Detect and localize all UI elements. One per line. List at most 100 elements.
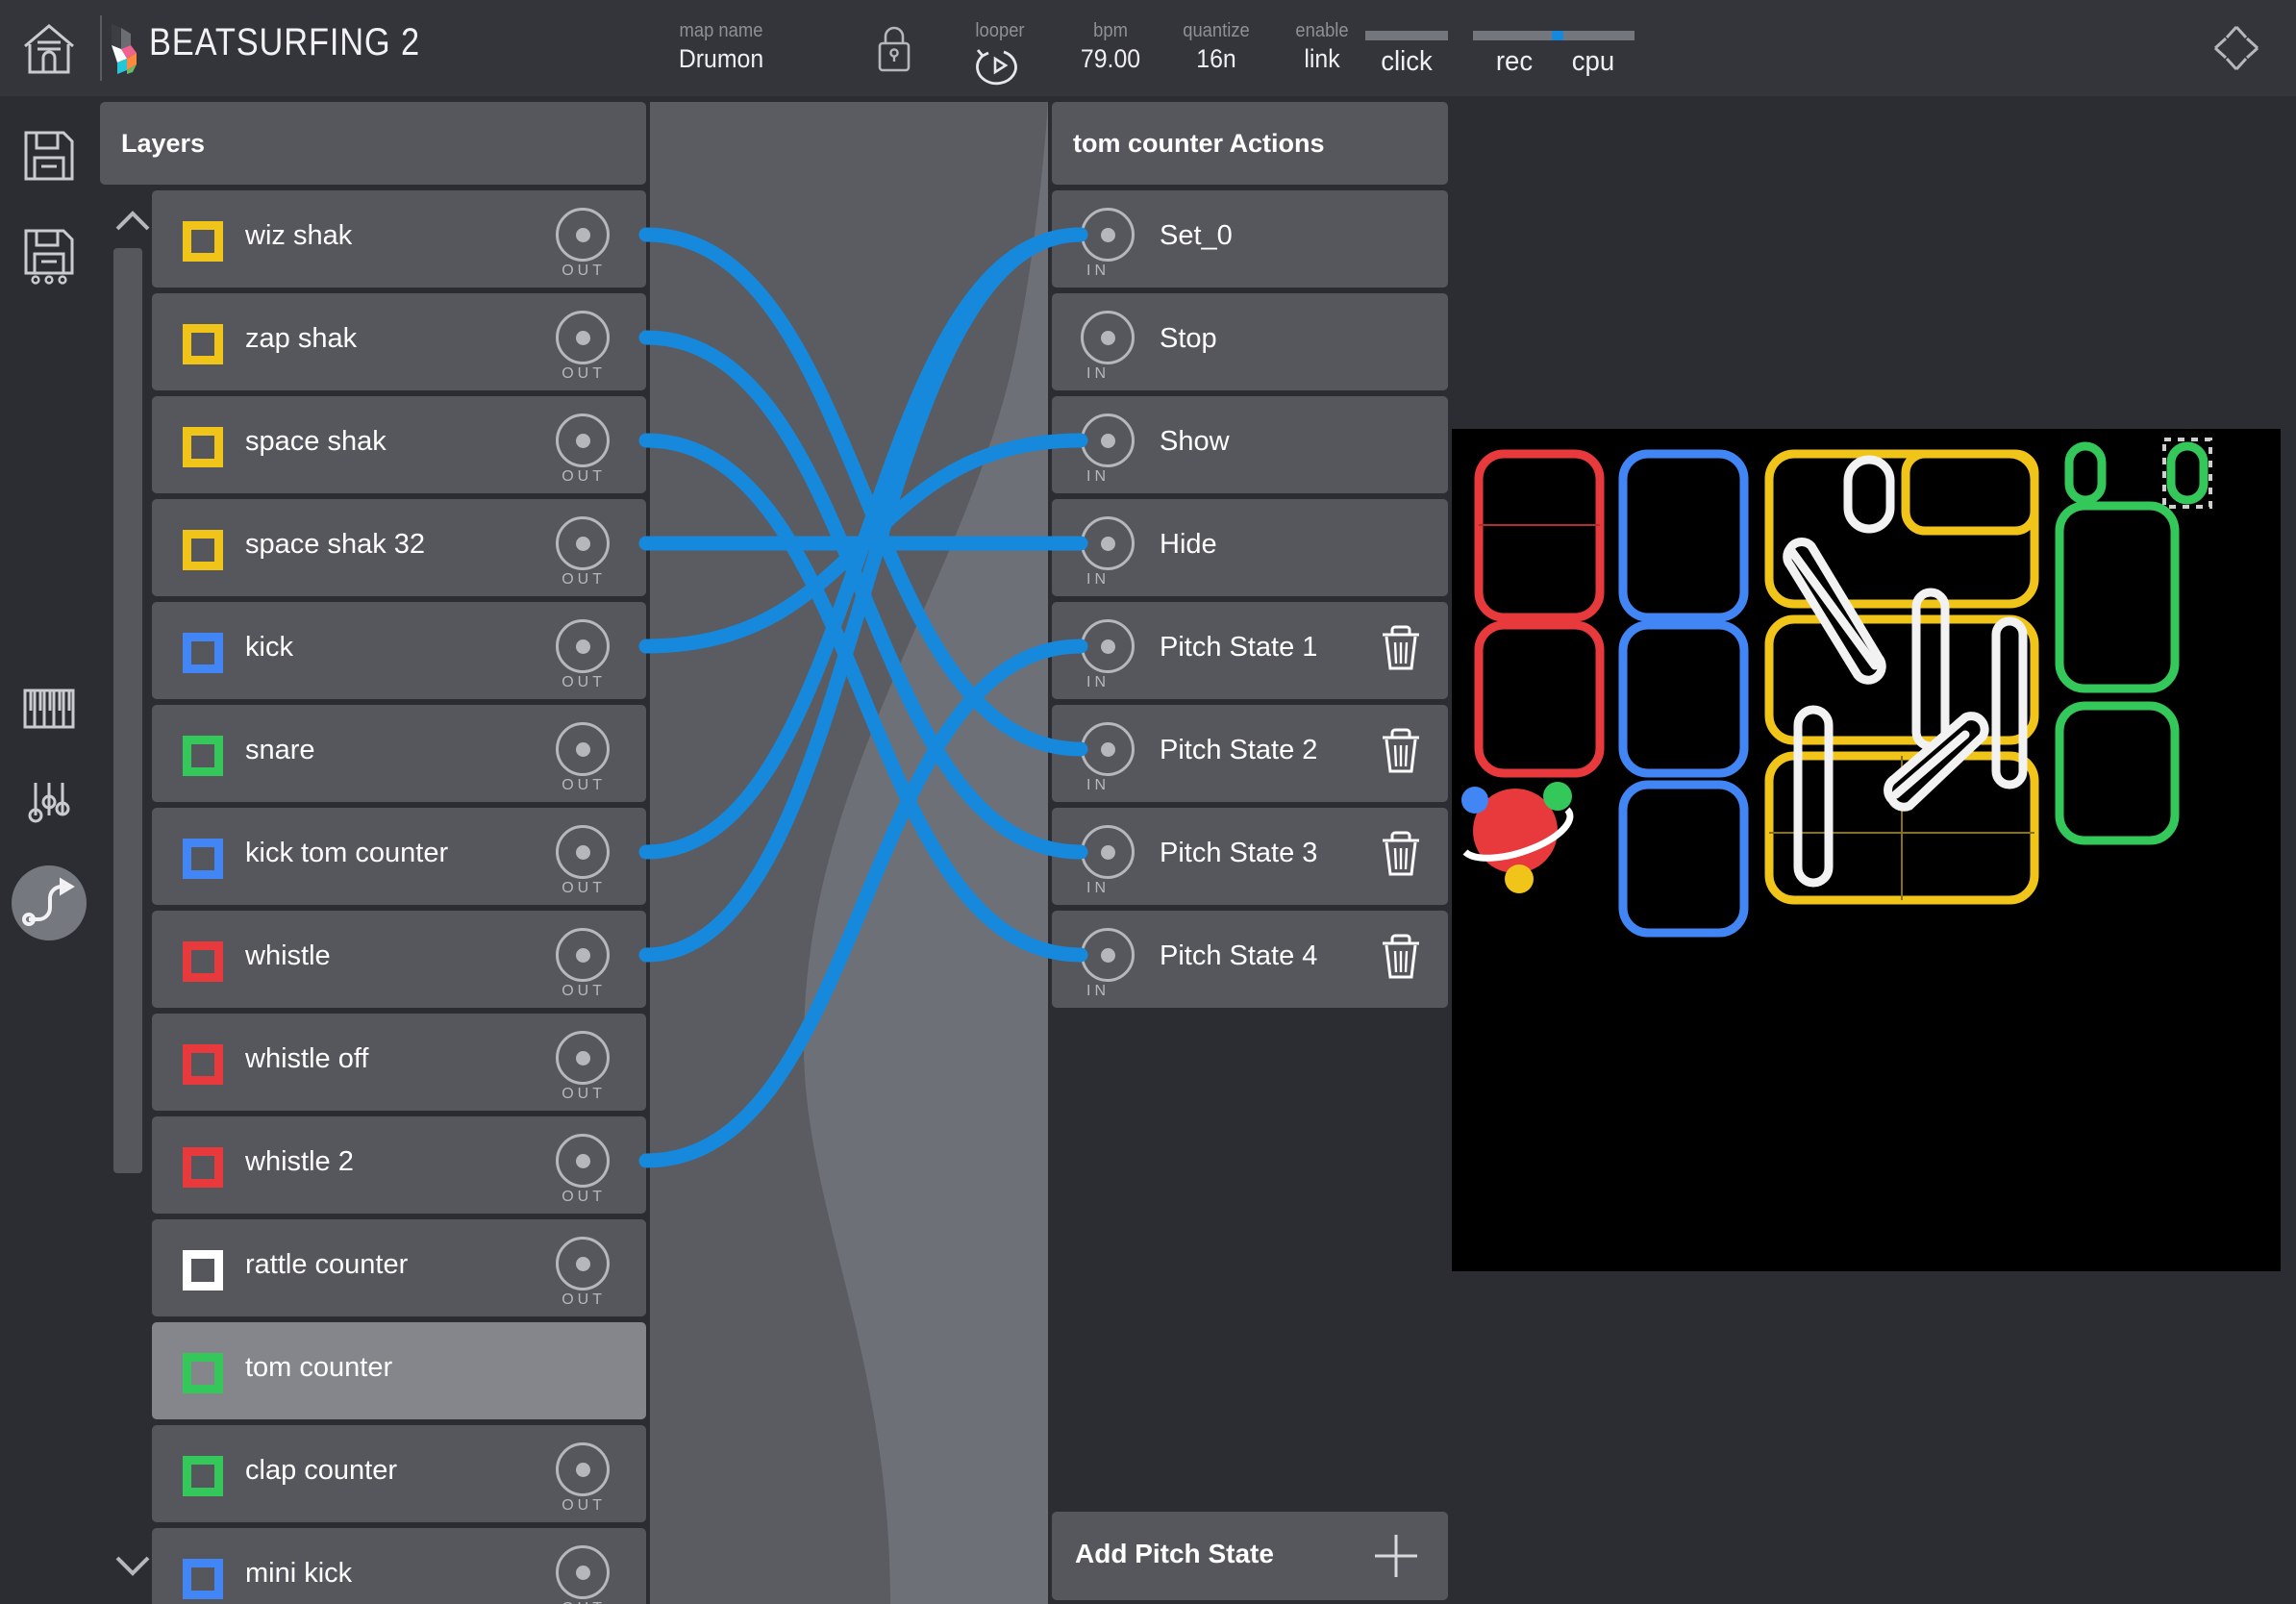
layer-row[interactable]: clap counter OUT xyxy=(152,1425,646,1522)
quantize-label: quantize xyxy=(1183,20,1250,41)
bpm-field[interactable]: bpm 79.00 xyxy=(1058,19,1163,74)
layer-row[interactable]: whistle 2 OUT xyxy=(152,1116,646,1214)
layer-color-swatch[interactable] xyxy=(183,427,223,467)
action-row[interactable]: IN Pitch State 3 xyxy=(1052,808,1448,905)
looper-field[interactable]: looper xyxy=(947,19,1053,43)
layer-color-swatch[interactable] xyxy=(183,1456,223,1496)
add-pitch-state-button[interactable]: Add Pitch State xyxy=(1052,1512,1448,1600)
trash-icon[interactable] xyxy=(1379,623,1423,671)
layer-out-port[interactable] xyxy=(556,311,610,364)
mixer-icon[interactable] xyxy=(21,777,77,833)
action-row[interactable]: IN Show xyxy=(1052,396,1448,493)
scroll-up-chevron-icon[interactable] xyxy=(108,198,158,248)
looper-play-icon[interactable] xyxy=(975,46,1025,87)
layer-row[interactable]: rattle counter OUT xyxy=(152,1219,646,1316)
layer-out-port[interactable] xyxy=(556,1134,610,1188)
port-dot xyxy=(1101,639,1115,654)
layer-color-swatch[interactable] xyxy=(183,1250,223,1291)
action-row[interactable]: IN Hide xyxy=(1052,499,1448,596)
layer-row[interactable]: snare OUT xyxy=(152,705,646,802)
layer-color-swatch[interactable] xyxy=(183,633,223,673)
action-in-port[interactable] xyxy=(1081,311,1135,364)
rec-button[interactable]: rec xyxy=(1475,46,1554,78)
layer-row[interactable]: kick tom counter OUT xyxy=(152,808,646,905)
pad-grid[interactable] xyxy=(1452,429,2281,1271)
trash-icon[interactable] xyxy=(1379,726,1423,774)
layer-row[interactable]: whistle OUT xyxy=(152,911,646,1008)
layer-color-swatch[interactable] xyxy=(183,530,223,570)
layer-color-swatch[interactable] xyxy=(183,1353,223,1393)
layer-out-port[interactable] xyxy=(556,1031,610,1085)
layer-color-swatch[interactable] xyxy=(183,324,223,364)
action-in-port[interactable] xyxy=(1081,928,1135,982)
action-in-port[interactable] xyxy=(1081,516,1135,570)
action-row[interactable]: IN Pitch State 2 xyxy=(1052,705,1448,802)
click-button[interactable]: click xyxy=(1367,46,1446,78)
layer-row[interactable]: kick OUT xyxy=(152,602,646,699)
layer-out-port[interactable] xyxy=(556,516,610,570)
port-dot xyxy=(576,948,590,963)
grid-preview[interactable] xyxy=(1452,429,2281,1271)
layer-out-port[interactable] xyxy=(556,619,610,673)
layer-out-port[interactable] xyxy=(556,208,610,262)
layer-out-port[interactable] xyxy=(556,1237,610,1291)
layer-row[interactable]: mini kick OUT xyxy=(152,1528,646,1604)
enable-link-field[interactable]: enable link xyxy=(1269,19,1375,74)
layer-row[interactable]: space shak 32 OUT xyxy=(152,499,646,596)
port-dot xyxy=(576,845,590,860)
map-name-field[interactable]: map name Drumon xyxy=(635,19,808,74)
layers-list[interactable]: wiz shak OUT zap shak OUT space shak OUT space… xyxy=(152,190,646,1604)
layer-color-swatch[interactable] xyxy=(183,1559,223,1599)
layer-row[interactable]: wiz shak OUT xyxy=(152,190,646,288)
action-row[interactable]: IN Set_0 xyxy=(1052,190,1448,288)
lock-icon[interactable] xyxy=(875,24,913,74)
port-dot xyxy=(576,1154,590,1168)
layer-out-port[interactable] xyxy=(556,1545,610,1599)
layer-color-swatch[interactable] xyxy=(183,839,223,879)
layer-out-port[interactable] xyxy=(556,722,610,776)
layer-out-port-label: OUT xyxy=(562,571,606,588)
layer-out-port[interactable] xyxy=(556,928,610,982)
layer-name: kick xyxy=(245,632,293,663)
layer-color-swatch[interactable] xyxy=(183,221,223,262)
action-row[interactable]: IN Stop xyxy=(1052,293,1448,390)
trash-icon[interactable] xyxy=(1379,932,1423,980)
action-in-port[interactable] xyxy=(1081,825,1135,879)
layer-color-swatch[interactable] xyxy=(183,736,223,776)
action-in-port[interactable] xyxy=(1081,208,1135,262)
layer-row[interactable]: whistle off OUT xyxy=(152,1014,646,1111)
layer-row[interactable]: space shak OUT xyxy=(152,396,646,493)
action-row[interactable]: IN Pitch State 1 xyxy=(1052,602,1448,699)
trash-icon[interactable] xyxy=(1379,829,1423,877)
actions-list[interactable]: IN Set_0 IN Stop IN Show IN Hide IN Pitch State 1… xyxy=(1052,190,1448,1469)
layer-out-port[interactable] xyxy=(556,825,610,879)
action-in-port[interactable] xyxy=(1081,722,1135,776)
action-in-port[interactable] xyxy=(1081,619,1135,673)
scroll-down-chevron-icon[interactable] xyxy=(108,1539,158,1589)
mapping-icon[interactable] xyxy=(21,875,77,931)
save-as-icon[interactable] xyxy=(21,229,77,285)
port-dot xyxy=(576,1463,590,1477)
quantize-field[interactable]: quantize 16n xyxy=(1159,19,1274,74)
action-in-port[interactable] xyxy=(1081,414,1135,467)
action-row[interactable]: IN Pitch State 4 xyxy=(1052,911,1448,1008)
home-icon[interactable] xyxy=(21,21,77,77)
port-dot xyxy=(576,1566,590,1580)
layer-color-swatch[interactable] xyxy=(183,1147,223,1188)
resize-diamond-icon[interactable] xyxy=(2209,21,2263,75)
layer-out-port[interactable] xyxy=(556,414,610,467)
action-name: Stop xyxy=(1160,323,1217,354)
cpu-meter xyxy=(1552,31,1635,40)
layer-out-port[interactable] xyxy=(556,1442,610,1496)
layer-row[interactable]: tom counter xyxy=(152,1322,646,1419)
layer-row[interactable]: zap shak OUT xyxy=(152,293,646,390)
layers-panel-header: Layers xyxy=(100,102,646,185)
routing-canvas[interactable] xyxy=(650,102,1048,1604)
layer-color-swatch[interactable] xyxy=(183,941,223,982)
layer-color-swatch[interactable] xyxy=(183,1044,223,1085)
layers-scrollbar[interactable] xyxy=(113,248,142,1173)
save-icon[interactable] xyxy=(21,128,77,184)
bpm-label: bpm xyxy=(1093,20,1128,41)
port-dot xyxy=(1101,742,1115,757)
keyboard-icon[interactable] xyxy=(21,681,77,737)
